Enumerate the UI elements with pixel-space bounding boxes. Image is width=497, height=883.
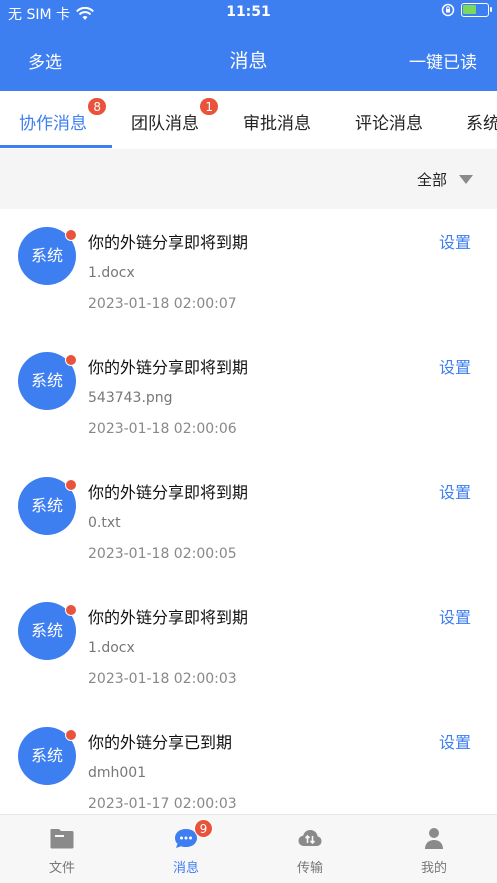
nav-bar: 多选 消息 一键已读: [0, 38, 497, 78]
tab-badge: 1: [199, 97, 219, 116]
tab-system[interactable]: 系统: [466, 109, 497, 134]
settings-button[interactable]: 设置: [439, 604, 471, 628]
message-file: 0.txt: [88, 515, 121, 531]
filter-dropdown[interactable]: 全部: [417, 169, 473, 190]
orientation-lock-icon: [441, 3, 455, 17]
message-list: 系统 你的外链分享即将到期 1.docx 2023-01-18 02:00:07…: [0, 209, 497, 814]
battery-icon: [461, 3, 492, 17]
list-item[interactable]: 系统 你的外链分享即将到期 1.docx 2023-01-18 02:00:07…: [0, 209, 497, 334]
list-item[interactable]: 系统 你的外链分享即将到期 1.docx 2023-01-18 02:00:03…: [0, 584, 497, 709]
tab-collaboration[interactable]: 协作消息 8: [19, 97, 107, 134]
unread-dot: [65, 729, 77, 741]
message-time: 2023-01-18 02:00:03: [88, 671, 237, 687]
tabbar-badge: 9: [194, 819, 213, 838]
tab-comment[interactable]: 评论消息: [355, 109, 423, 134]
settings-button[interactable]: 设置: [439, 729, 471, 753]
tab-team[interactable]: 团队消息 1: [131, 97, 219, 134]
tabbar-transfer[interactable]: 传输: [248, 825, 372, 876]
settings-button[interactable]: 设置: [439, 354, 471, 378]
message-file: 1.docx: [88, 640, 135, 656]
tab-badge: 8: [87, 97, 107, 116]
tabbar-me[interactable]: 我的: [372, 825, 496, 876]
mark-all-read-button[interactable]: 一键已读: [409, 48, 477, 73]
tab-label: 协作消息: [19, 114, 87, 134]
unread-dot: [65, 229, 77, 241]
tab-label: 评论消息: [355, 114, 423, 134]
message-title: 你的外链分享即将到期: [88, 608, 249, 627]
settings-button[interactable]: 设置: [439, 479, 471, 503]
message-file: 543743.png: [88, 390, 173, 406]
message-tabs: 协作消息 8 团队消息 1 审批消息 评论消息 系统: [0, 91, 497, 149]
bottom-tab-bar: 文件 9 消息 传输 我的: [0, 814, 497, 883]
message-title: 你的外链分享即将到期: [88, 358, 249, 377]
message-title: 你的外链分享已到期: [88, 733, 233, 752]
cloud-transfer-icon: [298, 830, 322, 846]
clock: 11:51: [226, 4, 271, 20]
message-title: 你的外链分享即将到期: [88, 483, 249, 502]
filter-value: 全部: [416, 171, 447, 189]
settings-button[interactable]: 设置: [439, 229, 471, 253]
message-time: 2023-01-18 02:00:07: [88, 296, 237, 312]
folder-icon: [50, 829, 74, 849]
active-tab-indicator: [0, 145, 112, 148]
list-item[interactable]: 系统 你的外链分享已到期 dmh001 2023-01-17 02:00:03 …: [0, 709, 497, 814]
unread-dot: [65, 604, 77, 616]
status-bar: 无 SIM 卡 11:51: [0, 0, 497, 26]
tabbar-label: 文件: [48, 861, 75, 876]
tabbar-files[interactable]: 文件: [0, 825, 124, 876]
message-time: 2023-01-18 02:00:05: [88, 546, 237, 562]
message-time: 2023-01-18 02:00:06: [88, 421, 237, 437]
filter-bar: 全部: [0, 149, 497, 209]
unread-dot: [65, 479, 77, 491]
tab-approval[interactable]: 审批消息: [243, 109, 311, 134]
message-file: 1.docx: [88, 265, 135, 281]
caret-down-icon: [459, 175, 473, 184]
tab-label: 审批消息: [243, 114, 311, 134]
tab-label: 系统: [466, 114, 497, 134]
tabbar-label: 消息: [172, 861, 199, 876]
list-item[interactable]: 系统 你的外链分享即将到期 543743.png 2023-01-18 02:0…: [0, 334, 497, 459]
list-item[interactable]: 系统 你的外链分享即将到期 0.txt 2023-01-18 02:00:05 …: [0, 459, 497, 584]
tabbar-label: 传输: [296, 861, 323, 876]
person-icon: [425, 828, 443, 849]
message-time: 2023-01-17 02:00:03: [88, 796, 237, 812]
app-header: 无 SIM 卡 11:51 多选 消息 一键已读: [0, 0, 497, 91]
tabbar-messages[interactable]: 9 消息: [124, 819, 248, 876]
tabbar-label: 我的: [420, 861, 447, 876]
unread-dot: [65, 354, 77, 366]
tab-label: 团队消息: [131, 114, 199, 134]
message-file: dmh001: [88, 765, 147, 781]
message-title: 你的外链分享即将到期: [88, 233, 249, 252]
